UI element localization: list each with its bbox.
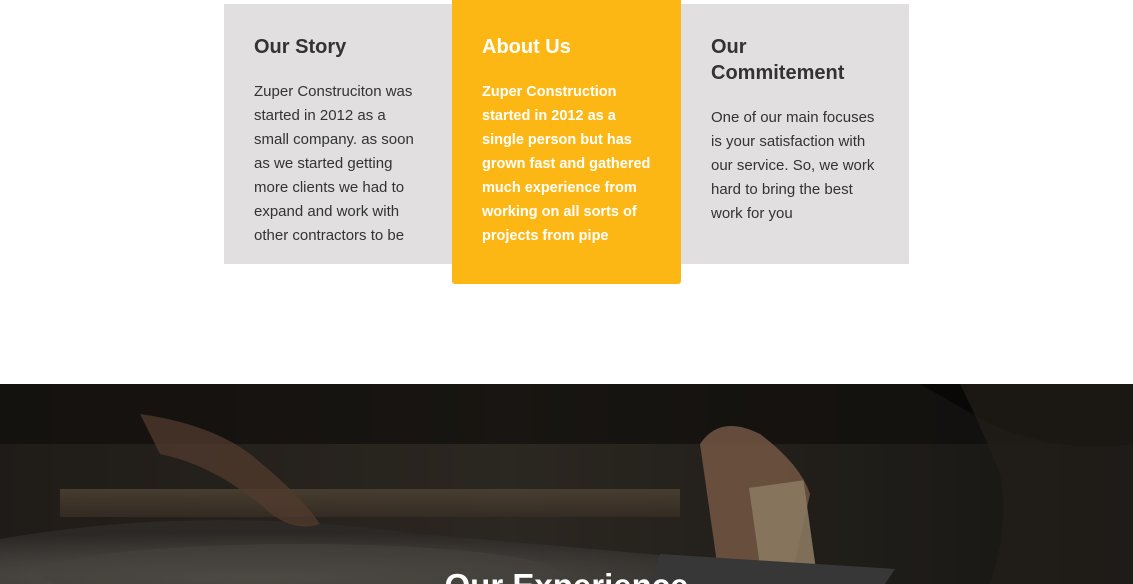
page: Our Story Zuper Construciton was started… — [0, 0, 1133, 584]
card-about-us: About Us Zuper Construction started in 2… — [452, 0, 681, 284]
card-title: About Us — [482, 36, 571, 58]
experience-title: Our Experience — [0, 566, 1133, 584]
card-our-story: Our Story Zuper Construciton was started… — [224, 4, 452, 264]
card-our-commitment: Our Commitement One of our main focuses … — [681, 4, 909, 264]
card-body: Zuper Construciton was started in 2012 a… — [254, 83, 414, 244]
construction-background-image — [0, 384, 1133, 584]
info-cards: Our Story Zuper Construciton was started… — [224, 0, 909, 284]
card-title: Our Story — [254, 36, 347, 58]
card-body: One of our main focuses is your satisfac… — [711, 109, 875, 222]
experience-section: Our Experience — [0, 384, 1133, 584]
card-body: Zuper Construction started in 2012 as a … — [482, 84, 651, 244]
card-title: Our Commitement — [711, 36, 845, 84]
